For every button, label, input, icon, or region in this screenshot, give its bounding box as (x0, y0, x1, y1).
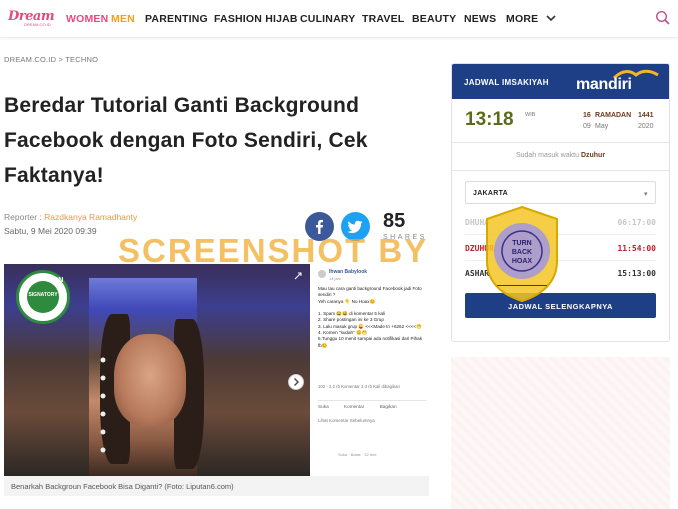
hijri-day: 16 (583, 112, 591, 119)
widget-header: JADWAL IMSAKIYAH mandiri (452, 64, 669, 99)
top-navbar: Dream DREAM.CO.ID WOMEN MEN PARENTING FA… (0, 0, 678, 38)
status-prayer: Dzuhur (580, 152, 606, 159)
status-prefix: Sudah masuk waktu (515, 152, 579, 159)
city-selected: JAKARTA (473, 190, 509, 197)
post-share: Bagikan (379, 404, 397, 409)
nav-item-travel[interactable]: TRAVEL (362, 13, 404, 25)
reporter-line: Reporter : Razdkanya Ramadhanty (4, 212, 137, 222)
reporter-name[interactable]: Razdkanya Ramadhanty (44, 212, 137, 222)
reporter-label: Reporter : (4, 212, 42, 222)
breadcrumb: DREAM.CO.ID > TECHNO (4, 55, 98, 64)
publish-date: Sabtu, 9 Mei 2020 09:39 (4, 226, 97, 236)
current-time: 13:18 (465, 109, 514, 130)
screenshot-watermark: SCREENSHOT BY (118, 232, 429, 269)
post-time: 14 jam (329, 276, 342, 281)
nav-item-men[interactable]: MEN (111, 13, 135, 25)
post-actions: Suka Komentar Bagikan (318, 400, 426, 409)
breadcrumb-section[interactable]: TECHNO (65, 55, 98, 64)
city-select[interactable]: JAKARTA ▾ (465, 181, 656, 204)
divider (452, 170, 669, 171)
gallery-next-button[interactable] (288, 374, 304, 390)
page-title: Beredar Tutorial Ganti Background Facebo… (4, 94, 368, 187)
post-comments-link: Lihat Komentar Sebelumnya (318, 418, 375, 423)
greg-day: 09 (583, 123, 591, 130)
time-zone: WIB (525, 112, 536, 118)
image-caption: Benarkah Backgroun Facebook Bisa Diganti… (4, 476, 429, 496)
nav-item-fashion-hijab[interactable]: FASHION HIJAB (214, 13, 298, 25)
advertisement-placeholder (451, 357, 670, 509)
logo-subtext: DREAM.CO.ID (24, 22, 51, 27)
greg-month: May (595, 123, 609, 130)
phone-sidebar-icons (100, 357, 106, 453)
prayer-time: 11:54:00 (617, 244, 656, 253)
prayer-time: 06:17:00 (617, 218, 656, 227)
facebook-post-screenshot: Ihwan Babylook 14 jam Mau tau cara ganti… (310, 264, 429, 476)
share-count: 85 (383, 210, 406, 232)
badge-top-text: IFCN (47, 277, 64, 284)
turnbackhoax-seal: TURN BACK HOAX (486, 205, 558, 303)
breadcrumb-site[interactable]: DREAM.CO.ID (4, 55, 56, 64)
ifcn-signatory-badge: IFCN SIGNATORY (16, 270, 70, 324)
divider (452, 142, 669, 143)
hijri-month: RAMADAN (595, 112, 632, 119)
greg-year: 2020 (638, 123, 654, 130)
nav-item-beauty[interactable]: BEAUTY (412, 13, 456, 25)
mandiri-logo: mandiri (576, 76, 632, 93)
widget-title: JADWAL IMSAKIYAH (464, 78, 549, 87)
nav-item-more[interactable]: MORE (506, 13, 538, 25)
post-avatar (318, 270, 326, 278)
breadcrumb-separator: > (58, 55, 64, 64)
svg-text:TURN: TURN (512, 240, 531, 247)
hijri-year: 1441 (638, 112, 654, 119)
nav-item-women[interactable]: WOMEN (66, 13, 108, 25)
expand-icon[interactable] (294, 272, 302, 280)
svg-text:BACK: BACK (512, 249, 532, 256)
chevron-right-icon (294, 378, 299, 386)
article-hero-image: IFCN SIGNATORY Ihwan Babylook 14 jam Mau… (4, 264, 429, 476)
nav-item-news[interactable]: NEWS (464, 13, 496, 25)
post-stats: 102 · 2,2 rb Komentar 2,3 rb Kali dibagi… (318, 384, 400, 389)
nav-item-parenting[interactable]: PARENTING (145, 13, 208, 25)
site-logo[interactable]: Dream DREAM.CO.ID (8, 9, 55, 29)
nav-item-culinary[interactable]: CULINARY (300, 13, 355, 25)
face-shape (114, 334, 186, 426)
chevron-down-icon[interactable] (544, 11, 558, 25)
badge-text: SIGNATORY (28, 292, 58, 298)
current-prayer-status: Sudah masuk waktu Dzuhur (452, 152, 669, 159)
svg-text:HOAX: HOAX (512, 258, 533, 265)
chevron-down-icon: ▾ (644, 191, 648, 198)
search-icon[interactable] (655, 10, 671, 26)
post-comment: Komentar (344, 404, 365, 409)
prayer-time: 15:13:00 (617, 269, 656, 278)
post-body: Mau tau cara ganti background Facebook j… (318, 286, 423, 348)
post-reply-meta: Suka · Balas · 32 mnt (338, 452, 377, 457)
post-like: Suka (318, 404, 329, 409)
